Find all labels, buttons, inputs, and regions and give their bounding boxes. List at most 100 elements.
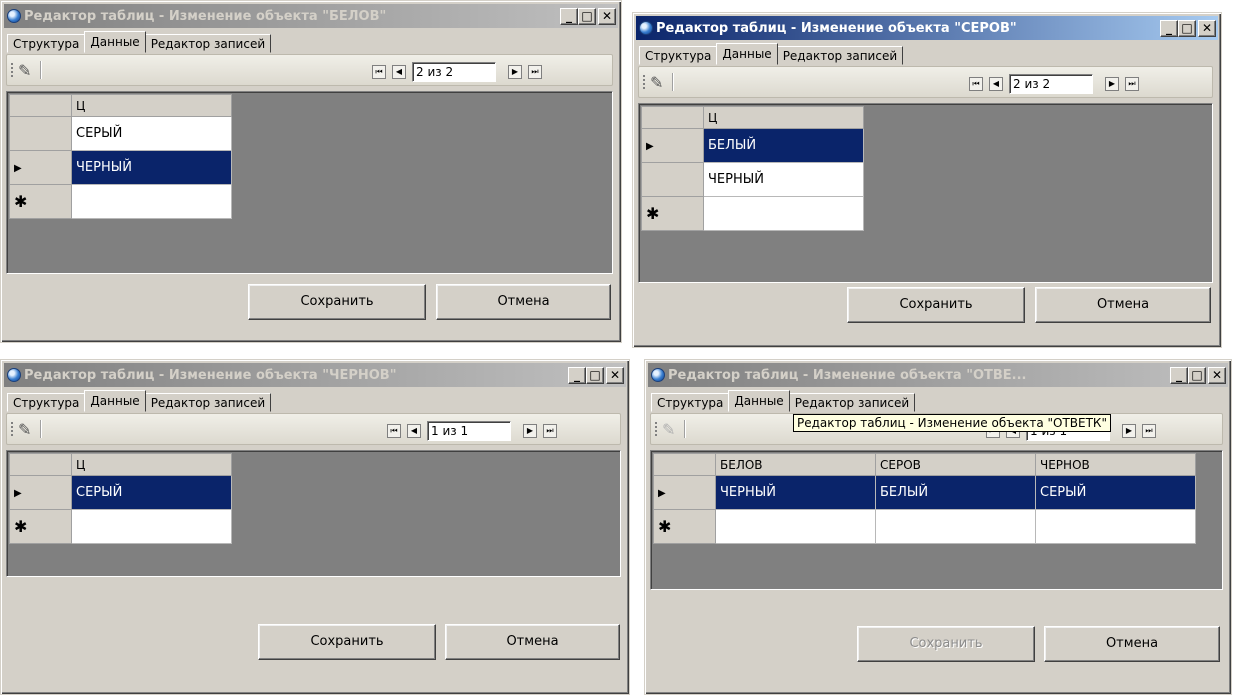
row-header-new[interactable]: ✱ — [9, 184, 72, 219]
grid-cell[interactable]: ЧЕРНЫЙ — [715, 475, 876, 510]
toolbar-separator — [40, 420, 41, 438]
column-header[interactable]: БЕЛОВ — [715, 453, 876, 476]
record-position-field[interactable]: 1 из 1 — [427, 421, 511, 441]
tab-data[interactable]: Данные — [84, 31, 146, 53]
prev-record-icon[interactable]: ◀ — [407, 424, 421, 438]
maximize-icon[interactable]: □ — [1178, 19, 1196, 37]
tab-structure[interactable]: Структура — [7, 393, 86, 412]
tab-record-editor[interactable]: Редактор записей — [144, 34, 272, 53]
edit-tool-icon[interactable]: ✎ — [650, 73, 663, 92]
tab-record-editor[interactable]: Редактор записей — [776, 46, 904, 65]
title-bar[interactable]: Редактор таблиц - Изменение объекта "ОТВ… — [648, 363, 1228, 387]
column-header[interactable]: ЧЕРНОВ — [1035, 453, 1196, 476]
toolbar-grip[interactable] — [643, 75, 645, 89]
row-header-new[interactable]: ✱ — [9, 509, 72, 544]
minimize-icon[interactable]: _ — [560, 7, 578, 25]
save-button[interactable]: Сохранить — [847, 287, 1025, 323]
grid-cell[interactable]: СЕРЫЙ — [1035, 475, 1196, 510]
prev-record-icon[interactable]: ◀ — [989, 77, 1003, 91]
edit-tool-icon[interactable]: ✎ — [662, 420, 675, 439]
toolbar-grip[interactable] — [655, 422, 657, 436]
maximize-icon[interactable]: □ — [586, 366, 604, 384]
next-record-icon[interactable]: ▶ — [523, 424, 537, 438]
window-chernov: Редактор таблиц - Изменение объекта "ЧЕР… — [0, 359, 630, 695]
tab-record-editor[interactable]: Редактор записей — [144, 393, 272, 412]
last-record-icon[interactable]: ⏭ — [543, 424, 557, 438]
row-header[interactable] — [641, 162, 704, 197]
row-header-new[interactable]: ✱ — [641, 196, 704, 231]
first-record-icon[interactable]: ⏮ — [969, 77, 983, 91]
cancel-button[interactable]: Отмена — [1044, 626, 1220, 662]
first-record-icon[interactable]: ⏮ — [387, 424, 401, 438]
toolbar-grip[interactable] — [11, 422, 13, 436]
corner-header[interactable] — [9, 94, 72, 117]
column-header[interactable]: СЕРОВ — [875, 453, 1036, 476]
toolbar-grip[interactable] — [11, 63, 13, 77]
row-header-new[interactable]: ✱ — [653, 509, 716, 544]
column-header[interactable]: Ц — [703, 106, 864, 129]
grid-cell[interactable]: БЕЛЫЙ — [875, 475, 1036, 510]
save-button[interactable]: Сохранить — [258, 624, 436, 660]
save-button[interactable]: Сохранить — [857, 626, 1035, 662]
next-record-icon[interactable]: ▶ — [1105, 77, 1119, 91]
tab-data[interactable]: Данные — [728, 390, 790, 412]
tab-structure[interactable]: Структура — [7, 34, 86, 53]
cancel-button[interactable]: Отмена — [445, 624, 620, 660]
maximize-icon[interactable]: □ — [1188, 366, 1206, 384]
next-record-icon[interactable]: ▶ — [1122, 424, 1136, 438]
first-record-icon[interactable]: ⏮ — [372, 65, 386, 79]
title-bar[interactable]: Редактор таблиц - Изменение объекта "ЧЕР… — [4, 363, 626, 387]
tab-structure[interactable]: Структура — [651, 393, 730, 412]
tab-data[interactable]: Данные — [84, 390, 146, 412]
grid-cell[interactable] — [1035, 509, 1196, 544]
grid-cell[interactable] — [71, 509, 232, 544]
record-position-field[interactable]: 2 из 2 — [1009, 74, 1093, 94]
grid-cell[interactable] — [703, 196, 864, 231]
cancel-button[interactable]: Отмена — [436, 284, 611, 320]
tab-data[interactable]: Данные — [716, 43, 778, 65]
edit-tool-icon[interactable]: ✎ — [18, 420, 31, 439]
last-record-icon[interactable]: ⏭ — [1142, 424, 1156, 438]
close-icon[interactable]: ✕ — [1208, 366, 1226, 384]
toolbar: ✎ ⏮ ◀ 2 из 2 ▶ ⏭ — [638, 66, 1213, 98]
close-icon[interactable]: ✕ — [598, 7, 616, 25]
grid-cell[interactable]: ЧЕРНЫЙ — [71, 150, 232, 185]
close-icon[interactable]: ✕ — [606, 366, 624, 384]
grid-cell[interactable] — [715, 509, 876, 544]
grid-cell[interactable] — [71, 184, 232, 219]
grid-cell[interactable] — [875, 509, 1036, 544]
minimize-icon[interactable]: _ — [1160, 19, 1178, 37]
corner-header[interactable] — [653, 453, 716, 476]
grid-cell[interactable]: СЕРЫЙ — [71, 116, 232, 151]
last-record-icon[interactable]: ⏭ — [528, 65, 542, 79]
grid-cell[interactable]: ЧЕРНЫЙ — [703, 162, 864, 197]
last-record-icon[interactable]: ⏭ — [1125, 77, 1139, 91]
prev-record-icon[interactable]: ◀ — [392, 65, 406, 79]
title-bar[interactable]: Редактор таблиц - Изменение объекта "БЕЛ… — [4, 4, 618, 28]
edit-tool-icon[interactable]: ✎ — [18, 61, 31, 80]
grid-cell[interactable]: СЕРЫЙ — [71, 475, 232, 510]
cancel-button[interactable]: Отмена — [1035, 287, 1211, 323]
corner-header[interactable] — [9, 453, 72, 476]
tab-record-editor[interactable]: Редактор записей — [788, 393, 916, 412]
maximize-icon[interactable]: □ — [578, 7, 596, 25]
record-navigator: ⏮ ◀ 2 из 2 ▶ ⏭ — [969, 74, 1145, 94]
row-header-current[interactable]: ▶ — [641, 128, 704, 163]
row-header-current[interactable]: ▶ — [653, 475, 716, 510]
row-header[interactable] — [9, 116, 72, 151]
title-bar[interactable]: Редактор таблиц - Изменение объекта "СЕР… — [636, 16, 1218, 40]
tab-structure[interactable]: Структура — [639, 46, 718, 65]
row-header-current[interactable]: ▶ — [9, 475, 72, 510]
column-header[interactable]: Ц — [71, 453, 232, 476]
grid-cell[interactable]: БЕЛЫЙ — [703, 128, 864, 163]
next-record-icon[interactable]: ▶ — [508, 65, 522, 79]
close-icon[interactable]: ✕ — [1198, 19, 1216, 37]
minimize-icon[interactable]: _ — [1170, 366, 1188, 384]
record-navigator: ⏮ ◀ 2 из 2 ▶ ⏭ — [372, 62, 548, 82]
row-header-current[interactable]: ▶ — [9, 150, 72, 185]
column-header[interactable]: Ц — [71, 94, 232, 117]
save-button[interactable]: Сохранить — [248, 284, 426, 320]
minimize-icon[interactable]: _ — [568, 366, 586, 384]
record-position-field[interactable]: 2 из 2 — [412, 62, 496, 82]
corner-header[interactable] — [641, 106, 704, 129]
